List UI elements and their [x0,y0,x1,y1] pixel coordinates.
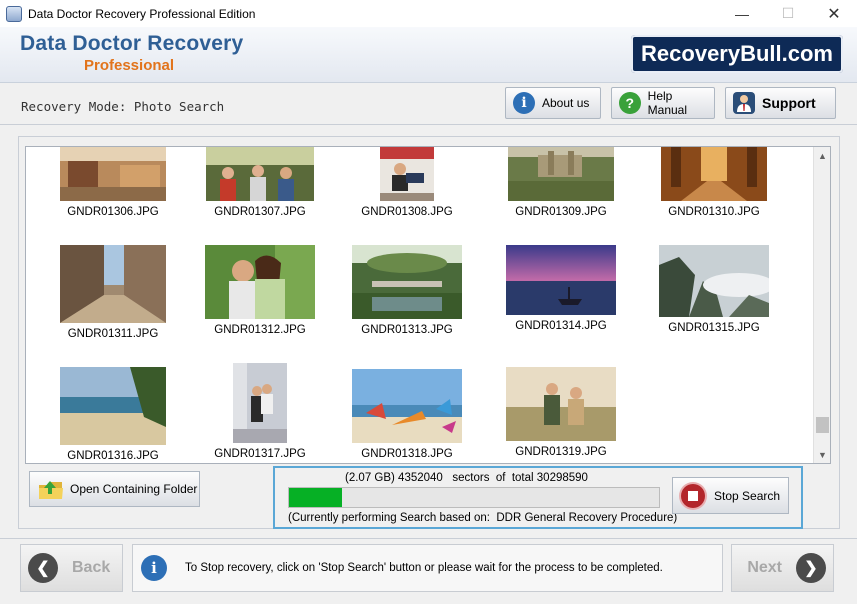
photo-tile[interactable]: GNDR01319.JPG [496,367,626,458]
photo-filename: GNDR01315.JPG [668,322,760,334]
brand-title: Data Doctor Recovery [20,32,244,55]
photo-filename: GNDR01318.JPG [361,448,453,460]
back-arrow-icon: ❮ [28,553,58,583]
procedure-status: (Currently performing Search based on: D… [288,512,678,524]
photo-thumbnail [60,147,166,201]
photo-thumbnail [506,367,616,441]
app-header: Data Doctor Recovery Professional Recove… [0,27,857,83]
folder-icon [38,479,64,499]
stop-search-label: Stop Search [714,488,781,503]
footer-separator [0,538,857,539]
photo-filename: GNDR01314.JPG [515,320,607,332]
close-button[interactable]: ✕ [811,0,857,27]
back-label: Back [72,559,111,576]
brand-subtitle: Professional [84,57,175,74]
photo-thumbnail [352,245,462,319]
support-person-icon [733,92,755,114]
back-button[interactable]: ❮ Back [20,544,123,592]
recoverybull-logo: RecoveryBull.com [631,35,843,73]
photo-thumbnail [508,147,614,201]
photo-filename: GNDR01316.JPG [67,450,159,462]
recovery-mode-label: Recovery Mode: Photo Search [21,99,225,114]
about-us-label: About us [542,96,590,110]
photo-filename: GNDR01309.JPG [515,206,607,218]
photo-tile[interactable]: GNDR01310.JPG [649,147,779,218]
photo-filename: GNDR01312.JPG [214,324,306,336]
photo-filename: GNDR01306.JPG [67,206,159,218]
photo-tile[interactable]: GNDR01316.JPG [48,367,178,462]
maximize-button[interactable]: ☐ [765,0,811,27]
photo-tile[interactable]: GNDR01313.JPG [342,245,472,336]
app-icon [6,5,22,22]
info-icon: i [141,555,167,581]
photo-thumbnail [206,147,314,201]
help-manual-label: Help Manual [647,89,688,117]
info-message: To Stop recovery, click on 'Stop Search'… [185,562,663,574]
photo-tile[interactable]: GNDR01307.JPG [195,147,325,218]
photo-thumbnail [60,245,166,323]
open-containing-folder-label: Open Containing Folder [70,482,198,496]
photo-filename: GNDR01307.JPG [214,206,306,218]
photo-filename: GNDR01310.JPG [668,206,760,218]
photo-filename: GNDR01308.JPG [361,206,453,218]
stop-search-button[interactable]: Stop Search [672,477,789,514]
photo-tile[interactable]: GNDR01306.JPG [48,147,178,218]
gallery-scrollbar[interactable]: ▲ ▼ [813,147,830,463]
photo-thumbnail [506,245,616,315]
open-containing-folder-button[interactable]: Open Containing Folder [29,471,200,507]
info-message-bar: i To Stop recovery, click on 'Stop Searc… [132,544,723,592]
header-separator [0,124,857,125]
help-icon: ? [619,92,641,114]
scrollbar-thumb[interactable] [816,416,829,433]
support-label: Support [762,95,816,111]
photo-tile[interactable]: GNDR01317.JPG [195,363,325,460]
photo-filename: GNDR01313.JPG [361,324,453,336]
photo-tile[interactable]: GNDR01309.JPG [496,147,626,218]
info-icon: i [513,92,535,114]
support-button[interactable]: Support [725,87,836,119]
sectors-status: (2.07 GB) 4352040 sectors of total 30298… [345,472,588,484]
photo-tile[interactable]: GNDR01314.JPG [496,245,626,332]
photo-filename: GNDR01319.JPG [515,446,607,458]
photo-tile[interactable]: GNDR01318.JPG [342,369,472,460]
next-arrow-icon: ❯ [796,553,826,583]
photo-thumbnail [659,245,769,317]
photo-thumbnail [205,245,315,319]
photo-tile[interactable]: GNDR01311.JPG [48,245,178,340]
about-us-button[interactable]: i About us [505,87,601,119]
photo-thumbnail [380,147,434,201]
scroll-up-icon[interactable]: ▲ [814,147,830,164]
window-title: Data Doctor Recovery Professional Editio… [28,6,256,21]
progress-bar-fill [289,488,343,507]
next-label: Next [747,559,782,576]
photo-tile[interactable]: GNDR01308.JPG [342,147,472,218]
photo-gallery[interactable]: GNDR01306.JPG GNDR01307.JPG GNDR01308.JP… [25,146,831,464]
photo-thumbnail [661,147,767,201]
progress-bar [288,487,660,508]
next-button[interactable]: Next ❯ [731,544,834,592]
minimize-button[interactable]: — [719,0,765,27]
photo-tile[interactable]: GNDR01315.JPG [649,245,779,334]
photo-thumbnail [60,367,166,445]
search-progress-panel: (2.07 GB) 4352040 sectors of total 30298… [273,466,803,529]
photo-thumbnail [233,363,287,443]
photo-thumbnail [352,369,462,443]
stop-icon [681,483,705,508]
photo-filename: GNDR01317.JPG [214,448,306,460]
help-manual-button[interactable]: ? Help Manual [611,87,715,119]
scroll-down-icon[interactable]: ▼ [814,446,830,463]
photo-tile[interactable]: GNDR01312.JPG [195,245,325,336]
title-bar: Data Doctor Recovery Professional Editio… [0,0,857,27]
photo-filename: GNDR01311.JPG [67,328,159,340]
